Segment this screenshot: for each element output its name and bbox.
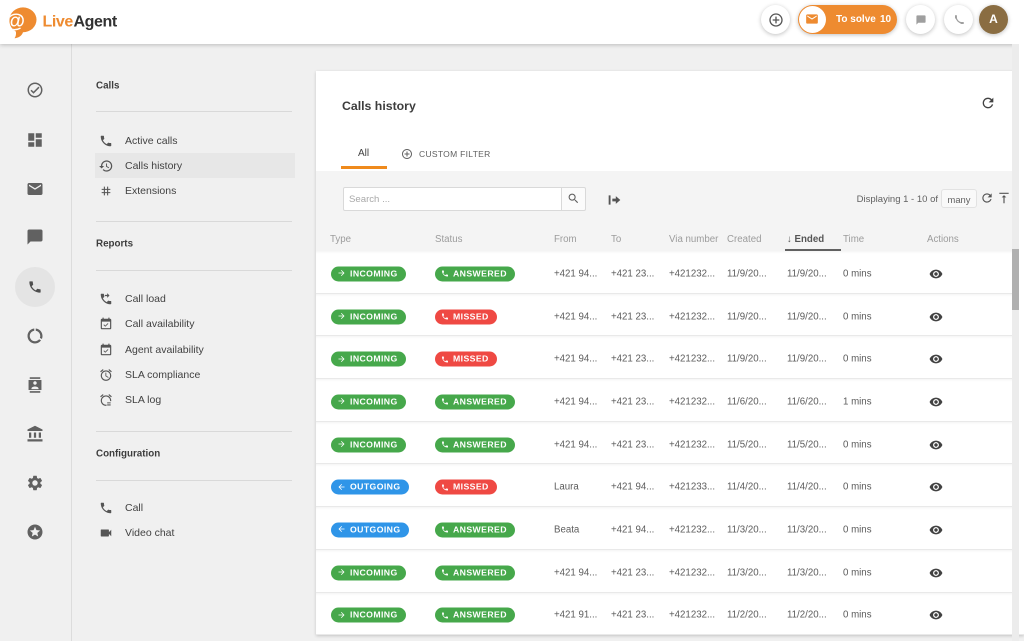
svg-text:Live: Live [43,14,74,31]
svg-text:@: @ [6,11,26,33]
svg-text:Agent: Agent [74,14,118,31]
